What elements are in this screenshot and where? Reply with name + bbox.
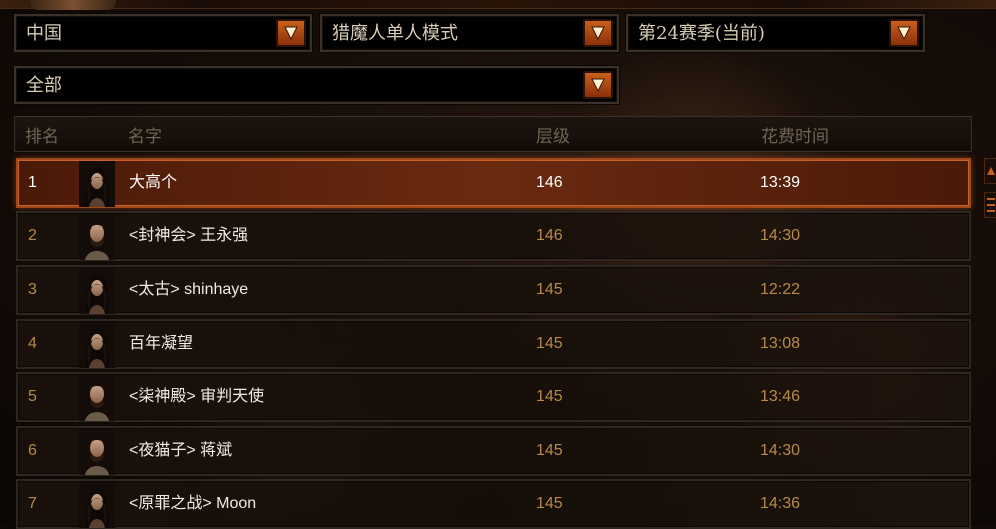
row-tier: 146: [536, 227, 563, 244]
category-dropdown-value: 全部: [26, 75, 62, 96]
leaderboard-row[interactable]: 2 <封神会> 王永强 146 14:30: [16, 211, 971, 261]
scroll-up-icon[interactable]: [984, 158, 996, 184]
region-dropdown-value: 中国: [26, 23, 62, 44]
top-ornament: [0, 0, 996, 9]
row-tier: 145: [536, 388, 563, 405]
row-rank: 1: [28, 174, 37, 191]
season-dropdown[interactable]: 第24赛季(当前): [626, 14, 925, 52]
scroll-thumb-icon[interactable]: [984, 192, 996, 218]
row-player-name[interactable]: <柒神殿> 审判天使: [129, 374, 264, 420]
avatar: [79, 214, 115, 260]
leaderboard-row[interactable]: 3 <太古> shinhaye 145 12:22: [16, 265, 971, 315]
row-player-name[interactable]: 百年凝望: [129, 321, 193, 367]
row-time: 13:39: [760, 174, 801, 191]
row-tier: 145: [536, 442, 563, 459]
leaderboard-row[interactable]: 4 百年凝望 145 13:08: [16, 319, 971, 369]
row-player-name[interactable]: <原罪之战> Moon: [129, 481, 256, 527]
leaderboard-row[interactable]: 7 <原罪之战> Moon 145 14:36: [16, 479, 971, 529]
avatar: [79, 375, 115, 421]
row-time: 14:30: [760, 442, 801, 459]
season-dropdown-value: 第24赛季(当前): [638, 23, 765, 44]
row-player-name[interactable]: <封神会> 王永强: [129, 213, 248, 259]
chevron-down-icon[interactable]: [276, 19, 306, 47]
row-player-name[interactable]: 大高个: [129, 160, 177, 206]
region-dropdown[interactable]: 中国: [14, 14, 312, 52]
class-mode-dropdown[interactable]: 猎魔人单人模式: [320, 14, 619, 52]
avatar: [79, 268, 115, 314]
chevron-down-icon[interactable]: [889, 19, 919, 47]
column-header-tier[interactable]: 层级: [536, 117, 570, 157]
column-header-name[interactable]: 名字: [128, 117, 162, 157]
leaderboard-row[interactable]: 5 <柒神殿> 审判天使 145 13:46: [16, 372, 971, 422]
avatar: [79, 161, 115, 207]
row-time: 14:36: [760, 495, 801, 512]
row-tier: 145: [536, 281, 563, 298]
row-rank: 7: [28, 495, 37, 512]
row-rank: 5: [28, 388, 37, 405]
row-time: 13:08: [760, 335, 801, 352]
chevron-down-icon[interactable]: [583, 71, 613, 99]
leaderboard-row[interactable]: 6 <夜猫子> 蒋斌 145 14:30: [16, 426, 971, 476]
row-tier: 146: [536, 174, 563, 191]
row-rank: 4: [28, 335, 37, 352]
avatar: [79, 429, 115, 475]
class-mode-dropdown-value: 猎魔人单人模式: [332, 23, 458, 44]
avatar: [79, 482, 115, 528]
row-rank: 2: [28, 227, 37, 244]
row-tier: 145: [536, 495, 563, 512]
row-rank: 3: [28, 281, 37, 298]
category-dropdown[interactable]: 全部: [14, 66, 619, 104]
row-time: 13:46: [760, 388, 801, 405]
row-time: 12:22: [760, 281, 801, 298]
row-time: 14:30: [760, 227, 801, 244]
leaderboard-header: 排名 名字 层级 花费时间: [14, 116, 972, 152]
row-player-name[interactable]: <夜猫子> 蒋斌: [129, 428, 232, 474]
chevron-down-icon[interactable]: [583, 19, 613, 47]
avatar: [79, 322, 115, 368]
column-header-time[interactable]: 花费时间: [761, 117, 829, 157]
row-tier: 145: [536, 335, 563, 352]
row-rank: 6: [28, 442, 37, 459]
leaderboard-row[interactable]: 1 大高个 146 13:39: [16, 158, 971, 208]
row-player-name[interactable]: <太古> shinhaye: [129, 267, 248, 313]
column-header-rank[interactable]: 排名: [25, 117, 59, 157]
scrollbar[interactable]: [984, 158, 996, 525]
top-emblem: [30, 0, 116, 10]
